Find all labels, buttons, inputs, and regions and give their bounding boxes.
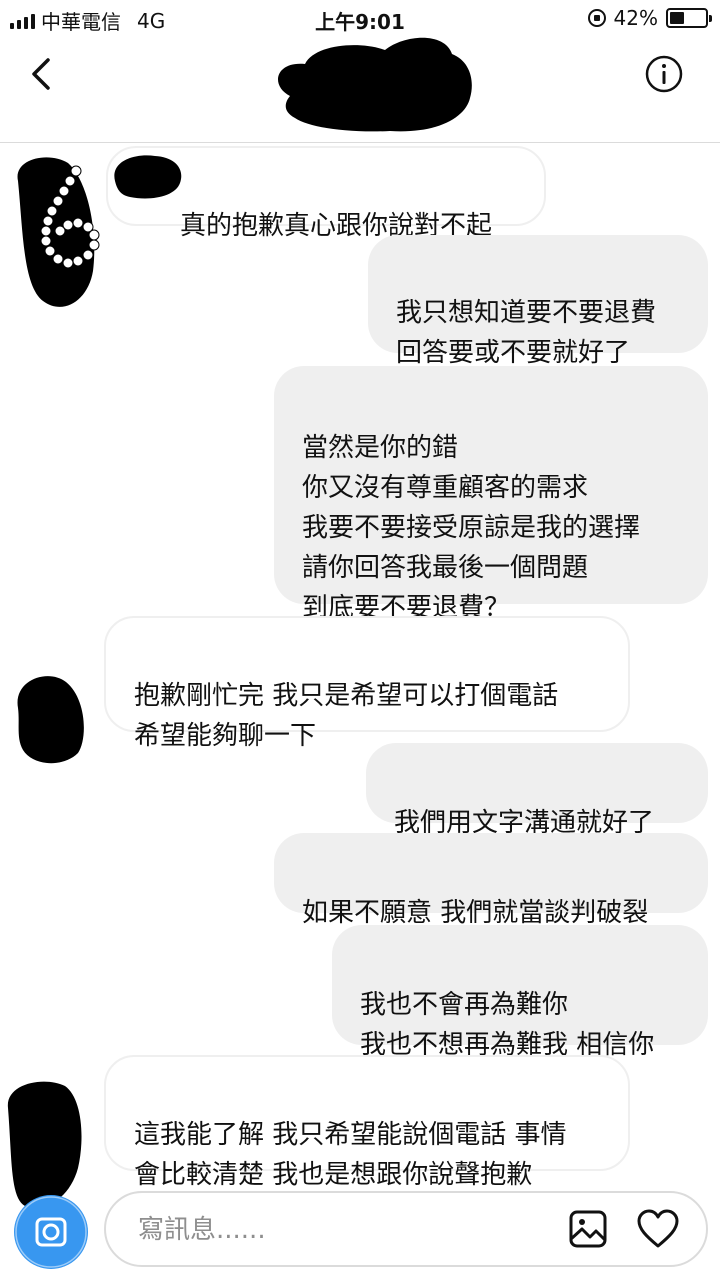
chevron-left-icon	[32, 58, 50, 90]
message-outgoing: 我們用文字溝通就好了	[366, 743, 708, 838]
message-composer	[104, 1191, 708, 1267]
message-outgoing: 我只想知道要不要退費 回答要或不要就好了	[368, 235, 708, 368]
message-input[interactable]	[136, 1193, 540, 1267]
message-incoming: 這我能了解 我只希望能說個電話 事情 會比較清楚 我也是想跟你說聲抱歉	[104, 1055, 630, 1190]
image-gallery-icon	[569, 1210, 607, 1248]
redacted-username	[278, 37, 472, 132]
camera-button[interactable]	[14, 1195, 88, 1269]
status-bar: 中華電信 4G 上午9:01 42%	[0, 0, 720, 36]
message-incoming: 抱歉剛忙完 我只是希望可以打個電話 希望能夠聊一下	[104, 616, 630, 751]
message-text: 如果不願意 我們就當談判破裂	[302, 898, 649, 928]
message-text: 當然是你的錯 你又沒有尊重顧客的需求 我要不要接受原諒是我的選擇 請你回答我最後…	[302, 433, 641, 623]
message-outgoing: 當然是你的錯 你又沒有尊重顧客的需求 我要不要接受原諒是我的選擇 請你回答我最後…	[274, 366, 708, 623]
message-text: 這我能了解 我只希望能說個電話 事情 會比較清楚 我也是想跟你說聲抱歉	[134, 1120, 567, 1190]
redacted-text-blot	[114, 155, 182, 199]
sender-avatar-redacted	[17, 676, 84, 764]
camera-icon	[15, 1196, 87, 1268]
message-text: 我也不會再為難你 我也不想再為難我 相信你	[360, 990, 655, 1060]
back-button[interactable]	[22, 54, 62, 94]
sender-avatar-redacted	[17, 157, 100, 307]
heart-icon	[637, 1209, 679, 1248]
message-outgoing: 我也不會再為難你 我也不想再為難我 相信你	[332, 925, 708, 1060]
info-circle-icon	[645, 55, 683, 93]
like-button[interactable]	[636, 1207, 680, 1251]
sender-avatar-redacted	[7, 1081, 82, 1208]
status-right: 42%	[587, 6, 712, 30]
message-text: 抱歉剛忙完 我只是希望可以打個電話 希望能夠聊一下	[134, 681, 559, 751]
rotation-lock-icon	[587, 9, 606, 27]
info-button[interactable]	[644, 54, 684, 94]
message-text: 我只想知道要不要退費 回答要或不要就好了	[396, 298, 657, 368]
message-thread: 真的抱歉真心跟你說對不起 我只想知道要不要退費 回答要或不要就好了 當然是你的錯…	[0, 143, 720, 1208]
conversation-header	[0, 36, 720, 143]
battery-percent: 42%	[613, 6, 658, 30]
gallery-button[interactable]	[568, 1209, 608, 1249]
battery-icon	[666, 8, 712, 28]
message-outgoing: 如果不願意 我們就當談判破裂	[274, 833, 708, 928]
